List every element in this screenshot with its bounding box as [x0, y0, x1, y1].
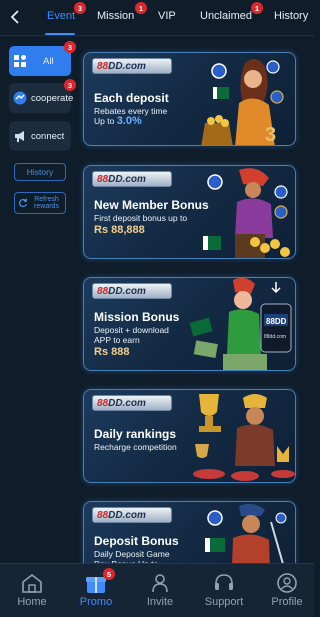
refresh-button-label: Refresh rewards [34, 196, 59, 210]
card-title: Deposit Bonus [94, 534, 179, 548]
tab-mission-badge: 1 [135, 2, 147, 14]
home-icon [2, 572, 62, 594]
headset-icon [194, 572, 254, 594]
svg-text:88dd.com: 88dd.com [264, 334, 286, 340]
megaphone-icon [13, 129, 27, 143]
tab-event[interactable]: Event [47, 10, 75, 22]
card-amount: Rs 888 [94, 346, 130, 358]
sidebar-item-cooperate[interactable]: cooperate [9, 83, 74, 113]
brand-logo: 88 DD.com [92, 395, 172, 411]
history-button-label: History [26, 167, 54, 177]
nav-promo[interactable]: Promo [66, 572, 126, 608]
brand-logo: 88 DD.com [92, 58, 172, 74]
card-subtitle: First deposit bonus up to [94, 213, 188, 223]
sidebar-item-all[interactable]: All [9, 46, 71, 76]
nav-promo-badge: 5 [103, 568, 115, 580]
brand-logo: 88 DD.com [92, 507, 172, 523]
card-subtitle: Daily Deposit Game [94, 549, 170, 559]
tab-history[interactable]: History [274, 10, 308, 22]
active-tab-indicator [45, 33, 75, 35]
nav-invite-label: Invite [146, 596, 174, 608]
nav-profile-label: Profile [271, 596, 303, 608]
nav-home[interactable]: Home [2, 572, 62, 608]
refresh-icon [18, 198, 28, 208]
promo-card-each-deposit[interactable]: 88 DD.com Each deposit Rebates every time… [83, 52, 296, 146]
promo-card-mission-bonus[interactable]: 88 DD.com Mission Bonus Deposit + downloa… [83, 277, 296, 371]
top-tab-bar: Event 3 Mission 1 VIP Unclaimed 1 Histor… [0, 0, 314, 36]
sidebar-item-connect[interactable]: connect [9, 121, 71, 151]
nav-home-label: Home [17, 596, 47, 608]
brand-logo: 88 DD.com [92, 283, 172, 299]
invite-icon [130, 572, 190, 594]
card-subtitle-2: APP to earn [94, 335, 140, 345]
prince-with-sword-illustration [205, 503, 287, 570]
history-button[interactable]: History [14, 163, 66, 181]
nav-support[interactable]: Support [194, 572, 254, 608]
refresh-rewards-button[interactable]: Refresh rewards [14, 192, 66, 214]
card-title: Daily rankings [94, 427, 177, 441]
trophies-and-king-illustration [193, 394, 295, 481]
sidebar-cooperate-badge: 3 [64, 79, 76, 91]
svg-text:88DD: 88DD [266, 317, 287, 326]
bottom-navigation: Home Promo 5 Invite Support Profile [0, 563, 314, 617]
sidebar-item-label: cooperate [31, 92, 74, 104]
card-title: Each deposit [94, 91, 169, 105]
nav-promo-label: Promo [79, 596, 113, 608]
sidebar-all-badge: 3 [64, 41, 76, 53]
tab-unclaimed[interactable]: Unclaimed [200, 10, 252, 22]
card-subtitle: Recharge competition [94, 442, 177, 452]
card-subtitle-2: Up to 3.0% [94, 115, 142, 127]
back-arrow-icon[interactable] [6, 8, 24, 26]
card-title: Mission Bonus [94, 310, 180, 324]
handshake-icon [13, 91, 27, 105]
profile-icon [257, 572, 317, 594]
sidebar-item-label: connect [31, 130, 65, 142]
tab-mission[interactable]: Mission [97, 10, 134, 22]
card-amount: Rs 88,888 [94, 224, 145, 236]
nav-invite[interactable]: Invite [130, 572, 190, 608]
svg-text:3: 3 [265, 124, 276, 146]
leprechaun-with-phone-illustration: 88DD 88dd.com [189, 278, 292, 370]
promo-card-deposit-bonus[interactable]: 88 DD.com Deposit Bonus Daily Deposit Gam… [83, 501, 296, 571]
grid-icon [13, 54, 27, 68]
gift-icon [66, 572, 126, 594]
tab-event-badge: 3 [74, 2, 86, 14]
nav-profile[interactable]: Profile [257, 572, 317, 608]
tab-vip[interactable]: VIP [158, 10, 176, 22]
sidebar-item-label: All [43, 55, 54, 67]
card-subtitle: Deposit + download [94, 325, 169, 335]
tab-unclaimed-badge: 1 [251, 2, 263, 14]
lady-with-coins-illustration: 3 [201, 58, 284, 146]
prince-with-coins-illustration [203, 168, 290, 258]
brand-logo: 88 DD.com [92, 171, 172, 187]
nav-support-label: Support [204, 596, 244, 608]
promo-card-new-member-bonus[interactable]: 88 DD.com New Member Bonus First deposit … [83, 165, 296, 259]
promo-card-daily-rankings[interactable]: 88 DD.com Daily rankings Recharge competi… [83, 389, 296, 483]
